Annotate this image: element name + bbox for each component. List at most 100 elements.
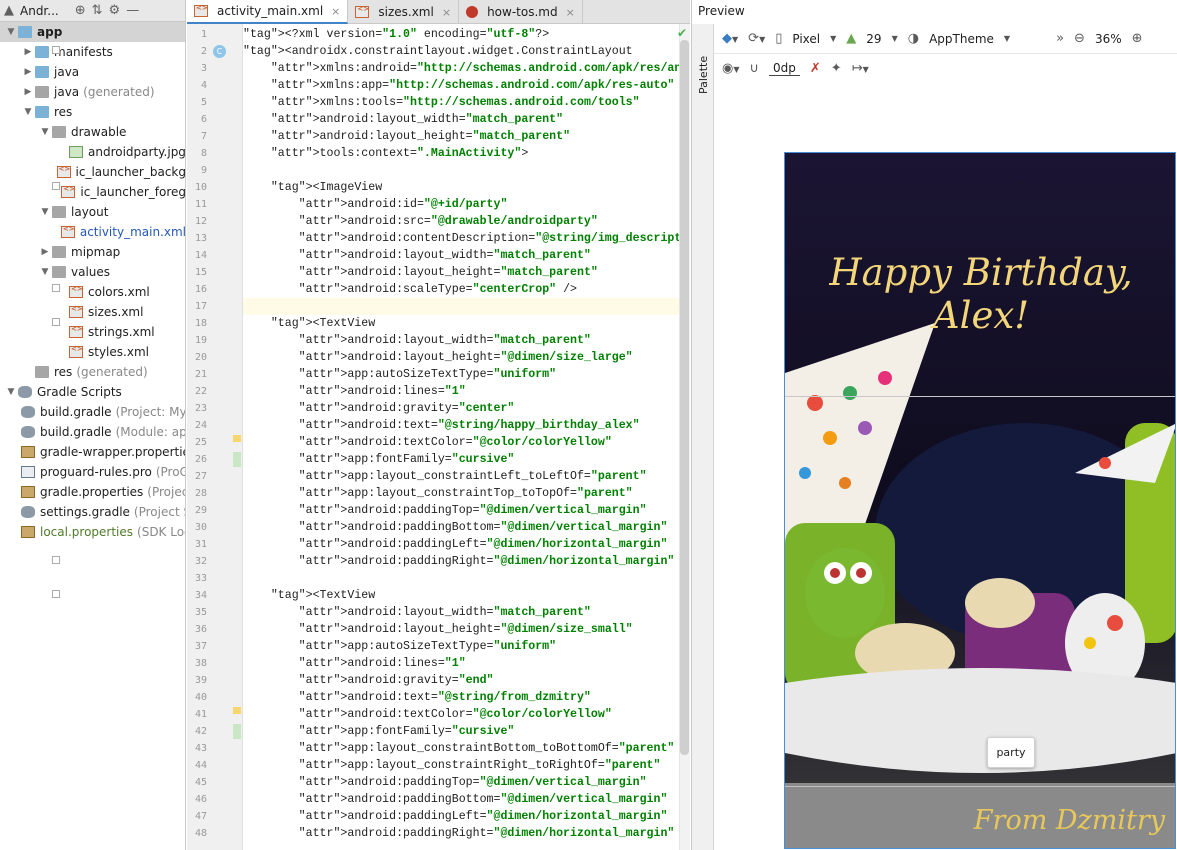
tree-item-gradle-wrapper[interactable]: gradle-wrapper.propertie — [0, 442, 185, 462]
collapse-icon[interactable]: ⇅ — [92, 3, 103, 18]
device-select[interactable]: Pixel — [792, 32, 820, 46]
code-line[interactable]: "attr">app:layout_constraintRight_toRigh… — [243, 757, 679, 774]
code-line[interactable]: "attr">app:layout_constraintTop_toTopOf=… — [243, 485, 679, 502]
code-line[interactable]: "attr">android:paddingBottom="@dimen/ver… — [243, 791, 679, 808]
code-line[interactable]: "attr">xmlns:android="http://schemas.and… — [243, 60, 679, 77]
chevron-down-icon[interactable]: ▼ — [830, 34, 836, 43]
tree-item-app[interactable]: ▼ app — [0, 22, 185, 42]
tree-item-sizes[interactable]: sizes.xml — [0, 302, 185, 322]
code-line[interactable]: "attr">android:paddingTop="@dimen/vertic… — [243, 774, 679, 791]
code-line[interactable]: "tag"><?xml version="1.0" encoding="utf-… — [243, 26, 679, 43]
tree-item-androidparty[interactable]: androidparty.jpg — [0, 142, 185, 162]
code-line[interactable]: "attr">app:autoSizeTextType="uniform" — [243, 366, 679, 383]
code-line[interactable]: "attr">android:lines="1" — [243, 383, 679, 400]
tree-item-drawable[interactable]: ▼ drawable — [0, 122, 185, 142]
code-line[interactable]: "attr">app:fontFamily="cursive" — [243, 723, 679, 740]
tree-item-build-gradle-project[interactable]: build.gradle (Project: My — [0, 402, 185, 422]
vcs-change-marker[interactable] — [233, 707, 241, 714]
gear-icon[interactable]: ⚙ — [109, 3, 121, 18]
code-line[interactable]: "attr">android:layout_height="@dimen/siz… — [243, 349, 679, 366]
code-line[interactable]: "attr">android:layout_width="match_paren… — [243, 111, 679, 128]
tree-item-values[interactable]: ▼ values — [0, 262, 185, 282]
code-line[interactable]: "attr">android:layout_height="@dimen/siz… — [243, 621, 679, 638]
code-line[interactable]: "attr">android:text="@string/happy_birth… — [243, 417, 679, 434]
code-line[interactable]: "attr">android:scaleType="centerCrop" /> — [243, 281, 679, 298]
tree-item-res-generated[interactable]: res (generated) — [0, 362, 185, 382]
expand-arrow-icon[interactable]: ▼ — [38, 207, 52, 217]
code-line[interactable]: "attr">android:paddingLeft="@dimen/horiz… — [243, 808, 679, 825]
expand-arrow-icon[interactable]: ▶ — [21, 87, 35, 97]
code-line[interactable]: "attr">android:paddingRight="@dimen/hori… — [243, 553, 679, 570]
clear-constraints-icon[interactable]: ✗ — [810, 61, 821, 76]
theme-select[interactable]: AppTheme — [929, 32, 994, 46]
tree-item-activity-main[interactable]: activity_main.xml — [0, 222, 185, 242]
palette-sidebar[interactable]: Palette — [692, 24, 714, 850]
chevron-down-icon[interactable]: ▼ — [892, 34, 898, 43]
code-line[interactable]: "tag"><androidx.constraintlayout.widget.… — [243, 43, 679, 60]
device-preview[interactable]: Happy Birthday, Alex! From Dzmitry — [784, 152, 1176, 849]
hide-icon[interactable]: — — [126, 3, 139, 18]
overflow-icon[interactable]: » — [1056, 31, 1064, 46]
from-text[interactable]: From Dzmitry — [785, 805, 1165, 836]
expand-arrow-icon[interactable]: ▶ — [21, 67, 35, 77]
fold-marker-icon[interactable] — [52, 284, 60, 292]
tree-item-build-gradle-module[interactable]: build.gradle (Module: ap — [0, 422, 185, 442]
code-line[interactable]: "attr">android:layout_height="match_pare… — [243, 264, 679, 281]
code-line[interactable]: "attr">tools:context=".MainActivity"> — [243, 145, 679, 162]
infer-constraints-icon[interactable]: ✦ — [831, 61, 842, 76]
code-line[interactable]: "attr">android:src="@drawable/androidpar… — [243, 213, 679, 230]
zoom-out-icon[interactable]: ⊖ — [1074, 31, 1085, 46]
code-line[interactable]: "attr">android:textColor="@color/colorYe… — [243, 706, 679, 723]
tree-item-manifests[interactable]: ▶ manifests — [0, 42, 185, 62]
code-line[interactable] — [243, 298, 679, 315]
fold-marker-icon[interactable] — [52, 318, 60, 326]
orientation-icon[interactable]: ⟳▼ — [748, 31, 765, 46]
code-line[interactable]: "attr">app:layout_constraintLeft_toLeftO… — [243, 468, 679, 485]
expand-arrow-icon[interactable]: ▶ — [38, 247, 52, 257]
tree-item-ic-launcher-background[interactable]: ic_launcher_backg — [0, 162, 185, 182]
code-line[interactable]: "tag"><TextView — [243, 315, 679, 332]
editor-scrollbar-thumb[interactable] — [680, 40, 689, 755]
close-icon[interactable]: × — [331, 5, 340, 18]
code-line[interactable]: "attr">android:layout_height="match_pare… — [243, 128, 679, 145]
expand-arrow-icon[interactable]: ▼ — [4, 27, 18, 37]
fold-marker-icon[interactable] — [52, 556, 60, 564]
eye-icon[interactable]: ◉▼ — [722, 61, 740, 76]
expand-arrow-icon[interactable]: ▶ — [21, 47, 35, 57]
vcs-change-marker[interactable] — [233, 435, 241, 442]
expand-arrow-icon[interactable]: ▼ — [38, 127, 52, 137]
code-line[interactable]: "attr">android:gravity="center" — [243, 400, 679, 417]
code-line[interactable]: "attr">android:textColor="@color/colorYe… — [243, 434, 679, 451]
expand-arrow-icon[interactable]: ▼ — [38, 267, 52, 277]
happy-birthday-text[interactable]: Happy Birthday, Alex! — [785, 251, 1175, 337]
code-line[interactable]: "attr">xmlns:tools="http://schemas.andro… — [243, 94, 679, 111]
tree-item-res[interactable]: ▼ res — [0, 102, 185, 122]
code-line[interactable]: "tag"><ImageView — [243, 179, 679, 196]
code-line[interactable]: "attr">app:fontFamily="cursive" — [243, 451, 679, 468]
vcs-change-marker[interactable] — [233, 724, 241, 739]
code-line[interactable] — [243, 570, 679, 587]
tree-item-layout[interactable]: ▼ layout — [0, 202, 185, 222]
palette-label[interactable]: Palette — [697, 56, 710, 94]
tree-item-strings[interactable]: strings.xml — [0, 322, 185, 342]
code-line[interactable]: "attr">android:layout_width="match_paren… — [243, 247, 679, 264]
expand-arrow-icon[interactable]: ▼ — [21, 107, 35, 117]
fold-marker-icon[interactable] — [52, 182, 60, 190]
code-line[interactable]: "attr">android:paddingLeft="@dimen/horiz… — [243, 536, 679, 553]
code-line[interactable] — [243, 162, 679, 179]
tree-item-mipmap[interactable]: ▶ mipmap — [0, 242, 185, 262]
expand-arrow-icon[interactable]: ▼ — [4, 387, 18, 397]
code-line[interactable]: "attr">android:paddingBottom="@dimen/ver… — [243, 519, 679, 536]
vcs-change-marker[interactable] — [233, 452, 241, 467]
tree-item-colors[interactable]: colors.xml — [0, 282, 185, 302]
device-icon[interactable]: ▯ — [775, 31, 782, 46]
code-line[interactable]: "attr">app:layout_constraintBottom_toBot… — [243, 740, 679, 757]
tree-item-proguard[interactable]: proguard-rules.pro (ProG — [0, 462, 185, 482]
code-editor[interactable]: "tag"><?xml version="1.0" encoding="utf-… — [243, 24, 679, 850]
margin-input[interactable]: 0dp — [769, 61, 800, 76]
code-line[interactable]: "attr">android:layout_width="match_paren… — [243, 604, 679, 621]
tree-item-java[interactable]: ▶ java — [0, 62, 185, 82]
chevron-down-icon[interactable]: ▼ — [1004, 34, 1010, 43]
close-icon[interactable]: × — [566, 6, 575, 19]
tab-how-tos[interactable]: how-tos.md × — [459, 0, 583, 24]
